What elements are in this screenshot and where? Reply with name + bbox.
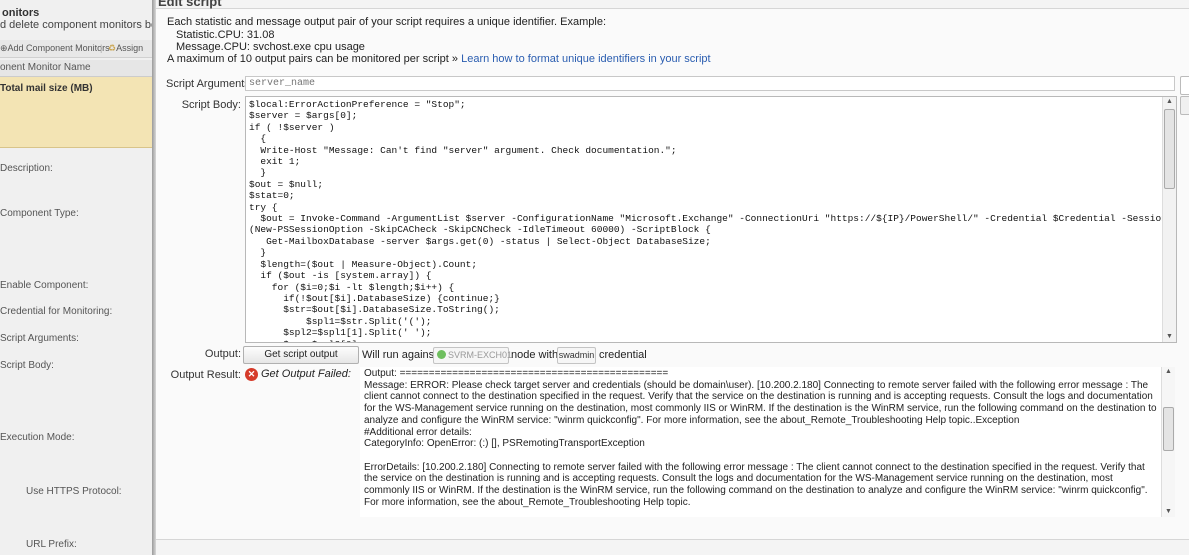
output-result-box[interactable]: Output: ================================… — [360, 367, 1175, 517]
credential-select[interactable]: swadmin — [557, 347, 596, 364]
output-paragraph: Output: ================================… — [364, 368, 669, 379]
script-body-scrollbar[interactable]: ▲ ▼ — [1162, 97, 1176, 342]
script-body-editor[interactable]: $local:ErrorActionPreference = "Stop"; $… — [245, 96, 1177, 343]
description-label: Description: — [0, 163, 53, 174]
node-with-text: node with — [511, 349, 559, 361]
credential-text: credential — [599, 349, 647, 361]
output-text: Output: ================================… — [364, 368, 1159, 508]
script-body-field-label: Script Body: — [181, 99, 241, 111]
scrollbar-thumb[interactable] — [1164, 109, 1175, 189]
scroll-down-icon[interactable]: ▼ — [1163, 332, 1176, 342]
will-run-text: Will run against — [362, 349, 438, 361]
panel-subtitle: d delete component monitors below — [0, 19, 174, 31]
edge-button[interactable] — [1180, 76, 1189, 95]
scroll-up-icon[interactable]: ▲ — [1163, 97, 1176, 107]
max-pairs-text: A maximum of 10 output pairs can be moni… — [167, 53, 711, 65]
use-https-label: Use HTTPS Protocol: — [26, 486, 122, 497]
example-message: Message.CPU: svchost.exe cpu usage — [176, 41, 365, 53]
get-script-output-button[interactable]: Get script output — [243, 346, 359, 364]
output-failed-title: Get Output Failed: — [261, 368, 351, 380]
selected-monitor-name: Total mail size (MB) — [0, 83, 93, 94]
panel-title: onitors — [2, 7, 40, 19]
toolbar-divider: | — [100, 43, 103, 53]
panel-toolbar: ⊕Add Component Monitors | ♻Assign — [0, 40, 152, 58]
plus-icon: ⊕ — [0, 43, 8, 53]
example-statistic: Statistic.CPU: 31.08 — [176, 29, 275, 41]
output-scrollbar[interactable]: ▲ ▼ — [1161, 367, 1175, 517]
component-type-label: Component Type: — [0, 208, 79, 219]
enable-component-label: Enable Component: — [0, 280, 89, 291]
status-ok-icon — [437, 350, 446, 359]
learn-identifiers-link[interactable]: Learn how to format unique identifiers i… — [461, 53, 710, 65]
script-arguments-label: Script Arguments: — [0, 333, 79, 344]
script-body-label: Script Body: — [0, 360, 54, 371]
output-paragraph: #Additional error details: — [364, 426, 472, 438]
credential-label: Credential for Monitoring: — [0, 306, 113, 317]
script-arguments-field-label: Script Arguments: — [166, 78, 253, 90]
scrollbar-thumb[interactable] — [1163, 407, 1174, 451]
output-paragraph: Message: ERROR: Please check target serv… — [364, 379, 1157, 426]
script-arguments-input[interactable] — [245, 76, 1175, 91]
output-result-label: Output Result: — [170, 369, 241, 381]
scroll-down-icon[interactable]: ▼ — [1162, 507, 1175, 517]
execution-mode-label: Execution Mode: — [0, 432, 75, 443]
error-icon: ✕ — [245, 368, 258, 381]
edge-scroll[interactable] — [1180, 96, 1189, 115]
dialog-title: Edit script — [158, 0, 222, 9]
assign-icon: ♻ — [108, 43, 117, 53]
url-prefix-label: URL Prefix: — [26, 539, 77, 550]
script-body-code: $local:ErrorActionPreference = "Stop"; $… — [249, 99, 1176, 342]
assign-button[interactable]: ♻Assign — [108, 43, 143, 54]
add-component-monitors-button[interactable]: ⊕Add Component Monitors — [0, 43, 110, 54]
scroll-up-icon[interactable]: ▲ — [1162, 367, 1175, 377]
output-label: Output: — [204, 348, 241, 360]
output-paragraph: ErrorDetails: [10.200.2.180] Connecting … — [364, 461, 1148, 508]
output-paragraph — [364, 450, 1159, 462]
target-node-select[interactable]: SVRM-EXCH01 — [433, 347, 512, 364]
column-header: onent Monitor Name — [0, 60, 152, 77]
intro-text: Each statistic and message output pair o… — [167, 16, 607, 28]
output-paragraph: CategoryInfo: OpenError: (:) [], PSRemot… — [364, 438, 645, 450]
